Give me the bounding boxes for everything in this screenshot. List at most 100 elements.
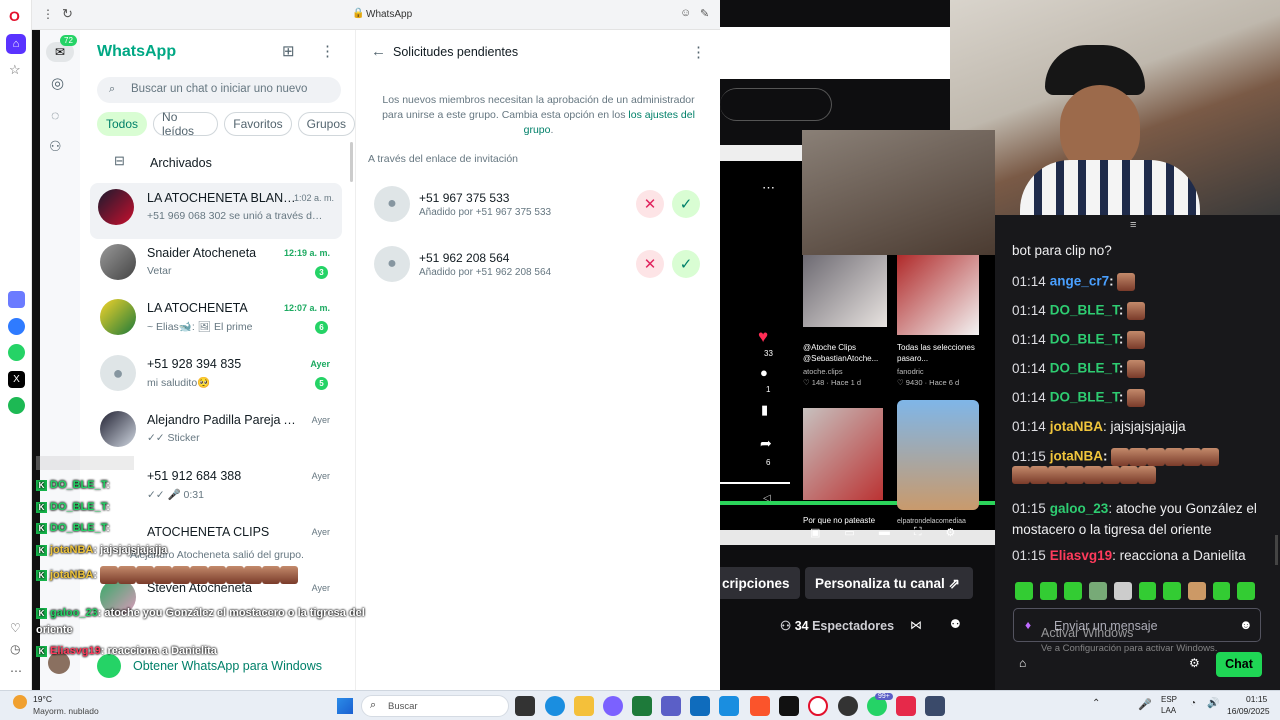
- chat-row[interactable]: Snaider Atocheneta Vetar 12:19 a. m. 3: [80, 238, 342, 294]
- tiktok-icon[interactable]: [896, 696, 916, 716]
- panel-menu-icon[interactable]: ⋮: [691, 43, 706, 61]
- volume-tray-icon[interactable]: 🔊: [1207, 698, 1219, 709]
- clip-thumb-1[interactable]: [803, 255, 887, 327]
- search-bar[interactable]: ⌕ Buscar un chat o iniciar uno nuevo: [97, 77, 341, 103]
- store-app-icon[interactable]: [719, 696, 739, 716]
- stream-area: ⋯ ♥ 33 ● 1 ▮ ➦ 6 ◁ @Atoche Clips @Sebast…: [720, 0, 1280, 690]
- wifi-icon[interactable]: ◔: [1190, 698, 1196, 709]
- aria-icon[interactable]: [8, 291, 25, 308]
- video-more-icon[interactable]: ⋯: [762, 180, 775, 196]
- approve-button[interactable]: ✓: [672, 190, 700, 218]
- chat-settings-icon[interactable]: ⚙: [1189, 656, 1200, 670]
- obs-icon[interactable]: [838, 696, 858, 716]
- chat-row[interactable]: LA ATOCHENETA ~ Elias🐋: 🖼 El prime 12:07…: [80, 293, 342, 349]
- whatsapp-icon[interactable]: [8, 344, 25, 361]
- teams-icon[interactable]: [661, 696, 681, 716]
- chat-send-button[interactable]: Chat: [1216, 652, 1262, 677]
- progress-bar[interactable]: [720, 482, 790, 484]
- filter-all[interactable]: Todos: [97, 112, 148, 136]
- taskbar-search[interactable]: ⌕ Buscar: [361, 695, 509, 717]
- chat-row[interactable]: ● +51 928 394 835 mi saludito🥺 Ayer 5: [80, 349, 342, 405]
- edge-icon[interactable]: [545, 696, 565, 716]
- clip-thumb-4[interactable]: [897, 400, 979, 510]
- emoji-icon[interactable]: ☺: [680, 7, 691, 19]
- spotify-icon[interactable]: [8, 397, 25, 414]
- opera-icon[interactable]: [808, 696, 828, 716]
- mic-icon[interactable]: 🎤: [1138, 698, 1152, 711]
- pin-icon[interactable]: ✎: [700, 7, 709, 20]
- home-icon[interactable]: ⌂: [6, 34, 26, 54]
- chat-message: 01:15 galoo_23: atoche you González el mo…: [1012, 501, 1257, 537]
- comment-icon[interactable]: ●: [760, 365, 768, 380]
- settings-icon[interactable]: ⚙: [946, 526, 956, 539]
- share-icon[interactable]: ➦: [760, 435, 772, 452]
- history-icon[interactable]: ◷: [10, 642, 20, 656]
- customize-channel-button[interactable]: Personaliza tu canal ⇗: [805, 567, 973, 599]
- share-stream-icon[interactable]: ⋈: [910, 618, 922, 632]
- play-icon[interactable]: ▣: [810, 526, 820, 539]
- tray-chevron-icon[interactable]: ⌃: [1092, 698, 1100, 709]
- capture-icon[interactable]: [925, 696, 945, 716]
- clip-2-sub: fanodric: [897, 367, 924, 376]
- mm-icon[interactable]: [779, 696, 799, 716]
- messenger-icon[interactable]: [8, 318, 25, 335]
- channels-icon[interactable]: ◌: [51, 107, 59, 123]
- store-icon[interactable]: ⌂: [1019, 656, 1026, 670]
- bookmark-icon[interactable]: ▮: [761, 402, 768, 418]
- copilot-icon[interactable]: [603, 696, 623, 716]
- brave-icon[interactable]: [750, 696, 770, 716]
- tab-title[interactable]: WhatsApp: [366, 9, 412, 20]
- opera-logo[interactable]: O: [9, 8, 20, 24]
- pip-icon[interactable]: ▭: [844, 526, 854, 539]
- clip-thumb-3[interactable]: [803, 408, 883, 500]
- new-chat-icon[interactable]: ⊞: [282, 42, 295, 60]
- lang-top[interactable]: ESP: [1161, 695, 1177, 704]
- reload-icon[interactable]: ↻: [62, 6, 73, 22]
- emoji-picker-icon[interactable]: ☻: [1239, 617, 1253, 632]
- approve-button[interactable]: ✓: [672, 250, 700, 278]
- back-arrow-icon[interactable]: ←: [371, 43, 386, 60]
- subscriptions-button[interactable]: cripciones: [720, 567, 800, 599]
- request-row: ● +51 967 375 533 Añadido por +51 967 37…: [372, 180, 712, 230]
- menu-icon[interactable]: ⋮: [320, 42, 335, 60]
- fullscreen-icon[interactable]: ⛶: [914, 526, 922, 539]
- search-pill[interactable]: [720, 88, 832, 121]
- clip-3-caption: Por que no pateaste: [803, 516, 876, 525]
- outlook-icon[interactable]: [690, 696, 710, 716]
- archived-row[interactable]: ⊟ Archivados: [80, 148, 342, 176]
- explorer-icon[interactable]: [574, 696, 594, 716]
- heart-icon[interactable]: ♡: [10, 621, 21, 635]
- clip-thumb-2[interactable]: [897, 255, 979, 335]
- weather-icon[interactable]: [13, 695, 27, 709]
- reject-button[interactable]: ✕: [636, 250, 664, 278]
- add-friend-icon[interactable]: ⚉: [950, 617, 961, 631]
- more-icon[interactable]: ⋯: [10, 664, 22, 678]
- x-icon[interactable]: X: [8, 371, 25, 388]
- communities-icon[interactable]: ⚇: [49, 138, 62, 155]
- chat-row[interactable]: Alejandro Padilla Pareja Atoc... ✓✓ Stic…: [80, 405, 342, 461]
- task-view-icon[interactable]: [515, 696, 535, 716]
- filter-favorites[interactable]: Favoritos: [224, 112, 292, 136]
- like-icon[interactable]: ♥: [758, 327, 768, 347]
- customize-label: Personaliza tu canal: [815, 576, 945, 591]
- status-icon[interactable]: ◎: [51, 74, 64, 92]
- excel-icon[interactable]: [632, 696, 652, 716]
- filter-groups[interactable]: Grupos: [297, 112, 355, 136]
- clock-time[interactable]: 01:15: [1246, 694, 1267, 704]
- start-icon[interactable]: [337, 698, 353, 714]
- reject-button[interactable]: ✕: [636, 190, 664, 218]
- bits-icon[interactable]: ♦: [1025, 618, 1031, 632]
- whatsapp-logo-icon: [97, 654, 121, 678]
- chat-collapse-icon[interactable]: ≡: [1130, 219, 1136, 231]
- menu-dots-icon[interactable]: ⋮: [42, 7, 54, 21]
- chat-scrollbar[interactable]: [1275, 535, 1278, 565]
- clip-2-stats: ♡ 9430 · Hace 6 d: [897, 378, 960, 387]
- search-input[interactable]: Buscar un chat o iniciar uno nuevo: [131, 83, 307, 95]
- like-count: 33: [764, 349, 773, 358]
- theater-icon[interactable]: ▬: [879, 526, 890, 539]
- scrollbar[interactable]: [350, 142, 353, 182]
- filter-unread[interactable]: No leídos: [153, 110, 219, 138]
- chat-row[interactable]: LA ATOCHENETA BLANQ... +51 969 068 302 s…: [90, 183, 342, 239]
- star-icon[interactable]: ☆: [9, 62, 21, 78]
- emote-bar[interactable]: [1015, 582, 1256, 602]
